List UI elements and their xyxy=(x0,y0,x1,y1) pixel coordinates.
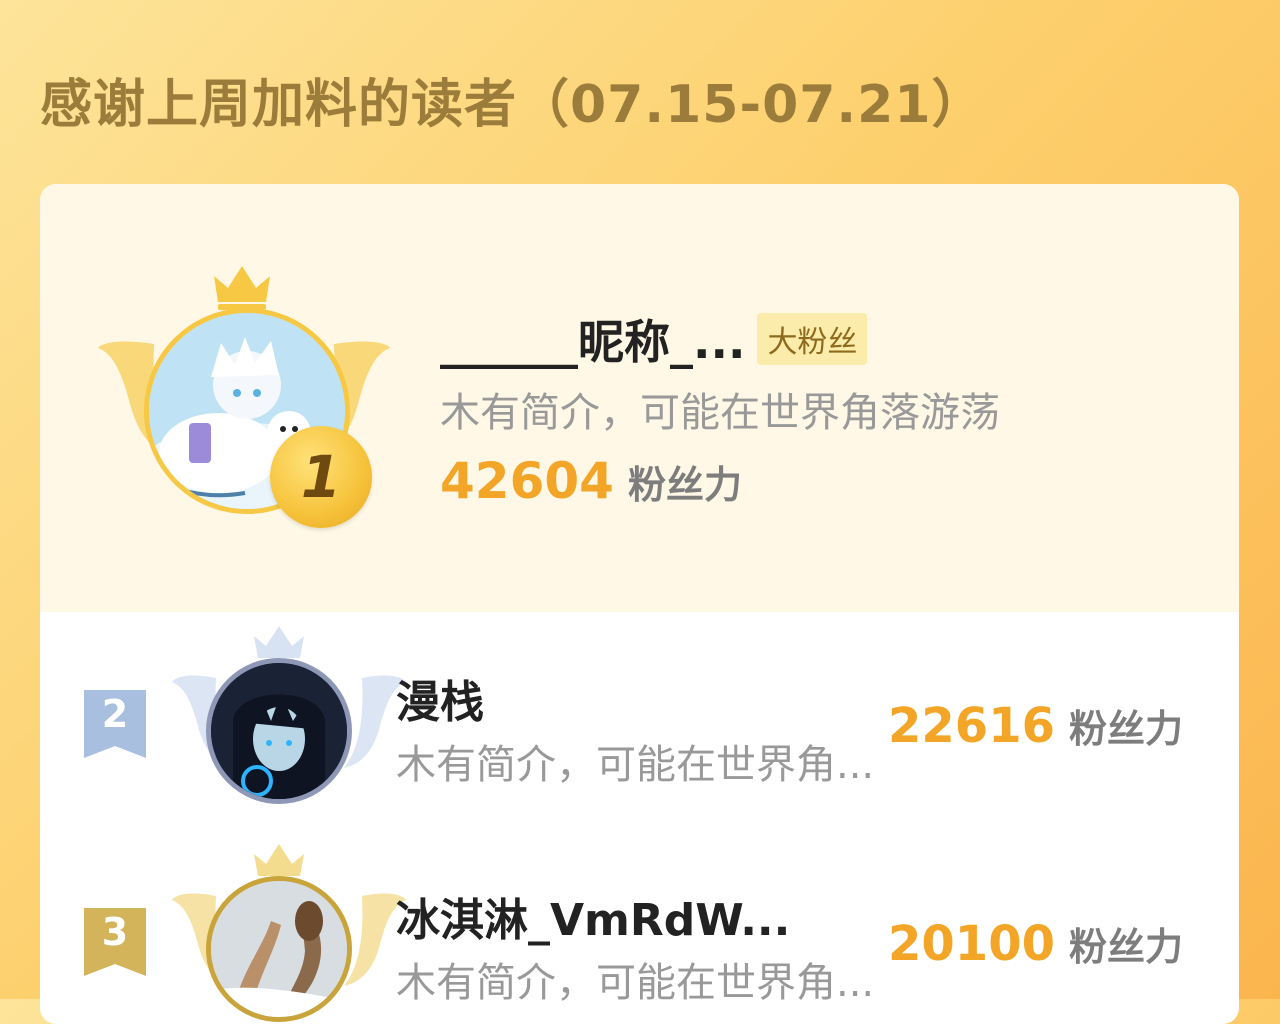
list-item[interactable]: 3 冰淇淋_VmRdW... 木有简介，可能在世界角... 20100 粉丝力 xyxy=(40,842,1239,1024)
page-title: 感谢上周加料的读者（07.15-07.21） xyxy=(40,75,985,135)
user-bio: 木有简介，可能在世界角... xyxy=(396,742,875,788)
avatar[interactable] xyxy=(206,876,352,1022)
user-name[interactable]: 漫栈 xyxy=(396,666,484,730)
leaderboard-card: 1 ______昵称_... 大粉丝 木有简介，可能在世界角落游荡 42604 … xyxy=(40,184,1239,1024)
fan-score: 22616 xyxy=(888,698,1055,754)
user-bio: 木有简介，可能在世界角... xyxy=(396,960,875,1006)
avatar-image xyxy=(211,881,347,1017)
rank-number: 2 xyxy=(101,692,129,736)
rank-number: 3 xyxy=(101,910,129,954)
user-name[interactable]: ______昵称_... xyxy=(440,306,745,372)
fan-score: 42604 xyxy=(440,452,614,510)
top-fan-section[interactable]: 1 ______昵称_... 大粉丝 木有简介，可能在世界角落游荡 42604 … xyxy=(40,184,1239,612)
fan-badge: 大粉丝 xyxy=(757,313,868,365)
fan-score-unit: 粉丝力 xyxy=(1069,707,1184,751)
avatar-image xyxy=(211,663,347,799)
user-name[interactable]: 冰淇淋_VmRdW... xyxy=(396,884,790,948)
avatar[interactable] xyxy=(206,658,352,804)
fan-score: 20100 xyxy=(888,916,1055,972)
fan-score-unit: 粉丝力 xyxy=(627,463,742,507)
list-item[interactable]: 2 漫栈 木有简介，可能在世界角... 22616 粉丝力 xyxy=(40,624,1239,824)
rank-medal-icon: 1 xyxy=(270,426,372,528)
crown-icon xyxy=(214,266,270,310)
user-bio: 木有简介，可能在世界角落游荡 xyxy=(440,390,1000,436)
fan-score-unit: 粉丝力 xyxy=(1069,925,1184,969)
